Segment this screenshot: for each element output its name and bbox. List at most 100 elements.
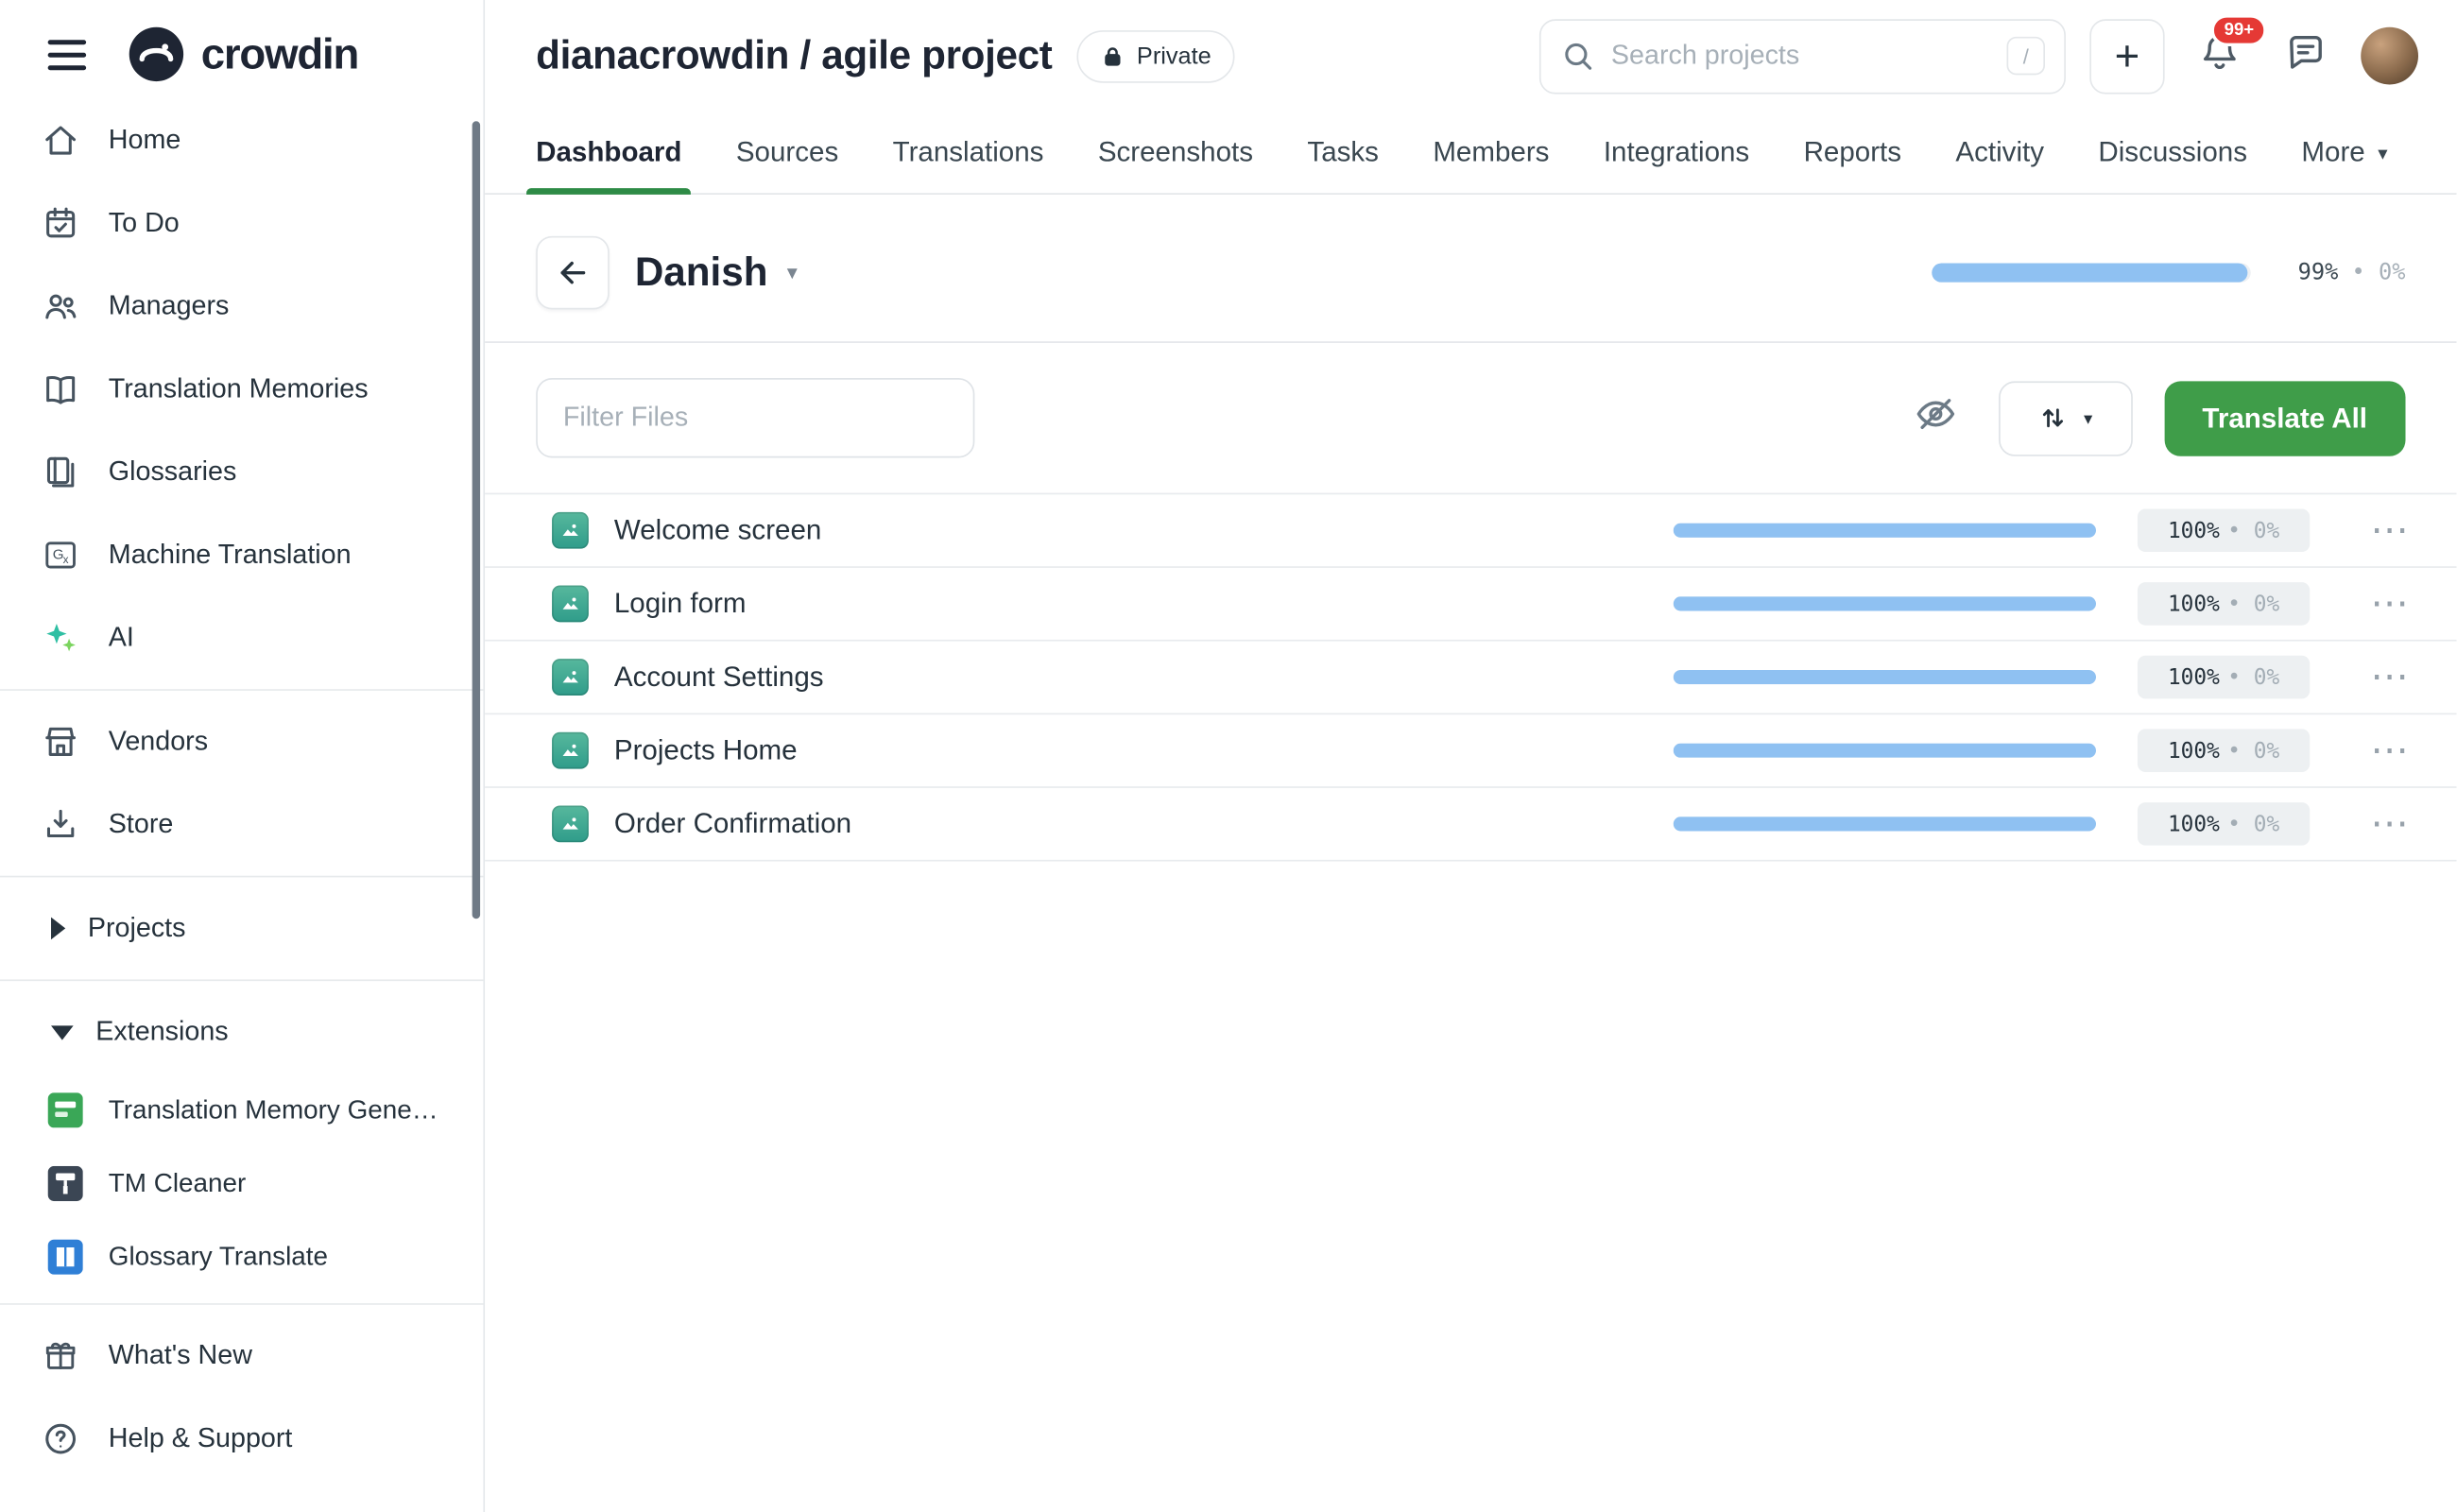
sidebar-item-label: What's New <box>109 1340 252 1372</box>
sidebar-menu-secondary: Vendors Store <box>0 700 483 867</box>
tab-tasks[interactable]: Tasks ▾ <box>1307 112 1379 193</box>
help-icon <box>42 1419 80 1458</box>
main-content: dianacrowdin / agile project Private / + <box>485 0 2456 1512</box>
language-selector[interactable]: Danish ▾ <box>635 249 798 296</box>
sidebar-item-home[interactable]: Home <box>0 99 483 182</box>
sidebar-item-managers[interactable]: Managers <box>0 265 483 348</box>
toggle-hidden-files-button[interactable] <box>1904 383 1967 453</box>
sort-files-button[interactable]: ▾ <box>1998 381 2132 455</box>
book-open-icon <box>42 370 80 409</box>
tab-reports[interactable]: Reports ▾ <box>1804 112 1901 193</box>
notifications-button[interactable]: 99+ <box>2189 24 2251 88</box>
project-search: / <box>1539 18 2066 93</box>
tab-integrations[interactable]: Integrations ▾ <box>1604 112 1749 193</box>
sidebar-item-label: Help & Support <box>109 1423 293 1455</box>
translated-percent: 100% <box>2168 518 2220 543</box>
file-row-order-confirmation[interactable]: Order Confirmation 100% • 0% ⋯ <box>485 788 2456 862</box>
tab-label: More <box>2301 135 2364 168</box>
extension-item-glossary-translate[interactable]: Glossary Translate <box>0 1220 483 1294</box>
file-name: Projects Home <box>614 733 798 766</box>
file-context-menu-button[interactable]: ⋯ <box>2367 585 2415 624</box>
lock-icon <box>1100 43 1124 67</box>
screenshot-file-icon <box>552 732 589 769</box>
approved-percent: 0% <box>2254 811 2279 836</box>
ext-green-icon <box>48 1092 83 1127</box>
chat-icon <box>2284 30 2328 74</box>
file-progress-stats: 100% • 0% <box>2138 508 2310 552</box>
sidebar-item-label: Vendors <box>109 726 208 758</box>
sidebar-item-vendors[interactable]: Vendors <box>0 700 483 783</box>
file-context-menu-button[interactable]: ⋯ <box>2367 658 2415 696</box>
file-context-menu-button[interactable]: ⋯ <box>2367 731 2415 770</box>
extension-item-tm-cleaner[interactable]: TM Cleaner <box>0 1147 483 1221</box>
user-avatar[interactable] <box>2361 27 2418 85</box>
projects-group-label: Projects <box>88 913 186 945</box>
screenshot-file-icon <box>552 585 589 622</box>
private-label: Private <box>1137 43 1211 70</box>
divider <box>0 979 483 981</box>
tab-sources[interactable]: Sources ▾ <box>736 112 838 193</box>
tab-dashboard[interactable]: Dashboard ▾ <box>536 112 681 193</box>
chevron-down-icon: ▾ <box>2378 141 2387 163</box>
sidebar-item-store[interactable]: Store <box>0 783 483 867</box>
approved-percent: 0% <box>2379 260 2405 285</box>
sidebar-item-what-s-new[interactable]: What's New <box>0 1314 483 1398</box>
sidebar-group-projects[interactable]: Projects <box>0 887 483 971</box>
tab-more[interactable]: More ▾ <box>2301 112 2387 193</box>
language-progress-bar <box>1931 264 2250 283</box>
file-progress-fill <box>1674 596 2096 610</box>
file-row-login-form[interactable]: Login form 100% • 0% ⋯ <box>485 568 2456 642</box>
file-name: Welcome screen <box>614 514 821 547</box>
sidebar: crowdin Home To Do Managers Translation … <box>0 0 485 1512</box>
tab-members[interactable]: Members ▾ <box>1433 112 1549 193</box>
extension-item-translation-memory-gene[interactable]: Translation Memory Gene… <box>0 1074 483 1147</box>
tab-translations[interactable]: Translations ▾ <box>893 112 1044 193</box>
create-project-button[interactable]: + <box>2089 18 2164 93</box>
sidebar-group-extensions[interactable]: Extensions <box>0 990 483 1074</box>
project-title: dianacrowdin / agile project <box>536 33 1052 79</box>
translated-percent: 100% <box>2168 811 2220 836</box>
sidebar-item-label: Home <box>109 125 181 157</box>
tab-label: Sources <box>736 135 838 168</box>
sidebar-item-help-support[interactable]: Help & Support <box>0 1398 483 1481</box>
sidebar-item-label: Store <box>109 809 174 841</box>
file-progress-stats: 100% • 0% <box>2138 729 2310 772</box>
extension-item-label: Glossary Translate <box>109 1242 328 1272</box>
file-row-welcome-screen[interactable]: Welcome screen 100% • 0% ⋯ <box>485 494 2456 568</box>
crowdin-logo[interactable]: crowdin <box>128 26 358 83</box>
sidebar-menu: Home To Do Managers Translation Memories… <box>0 99 483 679</box>
file-context-menu-button[interactable]: ⋯ <box>2367 511 2415 550</box>
tab-activity[interactable]: Activity ▾ <box>1955 112 2044 193</box>
extensions-list: Translation Memory Gene… TM Cleaner Glos… <box>0 1074 483 1294</box>
sidebar-item-translation-memories[interactable]: Translation Memories <box>0 348 483 431</box>
sidebar-item-glossaries[interactable]: Glossaries <box>0 431 483 514</box>
hamburger-menu-icon[interactable] <box>42 33 93 77</box>
home-icon <box>42 121 80 160</box>
sidebar-item-label: Managers <box>109 290 230 322</box>
arrow-left-icon <box>555 255 590 290</box>
chevron-down-icon: ▾ <box>787 260 798 285</box>
ext-blue-icon <box>48 1240 83 1275</box>
file-list: Welcome screen 100% • 0% ⋯ <box>485 493 2456 862</box>
language-progress-fill <box>1931 264 2246 283</box>
file-row-projects-home[interactable]: Projects Home 100% • 0% ⋯ <box>485 714 2456 788</box>
tab-discussions[interactable]: Discussions ▾ <box>2098 112 2247 193</box>
filter-files-input[interactable] <box>536 378 974 457</box>
tab-screenshots[interactable]: Screenshots ▾ <box>1098 112 1253 193</box>
translate-all-button[interactable]: Translate All <box>2164 381 2406 455</box>
ext-dark-icon <box>48 1166 83 1201</box>
sidebar-item-ai[interactable]: AI <box>0 596 483 679</box>
sidebar-item-machine-translation[interactable]: Gx Machine Translation <box>0 514 483 597</box>
search-icon <box>1560 39 1595 74</box>
file-context-menu-button[interactable]: ⋯ <box>2367 805 2415 844</box>
search-input[interactable] <box>1611 40 1991 72</box>
file-row-account-settings[interactable]: Account Settings 100% • 0% ⋯ <box>485 642 2456 715</box>
messages-button[interactable] <box>2275 24 2337 88</box>
extension-item-label: Translation Memory Gene… <box>109 1095 438 1125</box>
language-progress-stats: 99% • 0% <box>2298 260 2406 285</box>
back-button[interactable] <box>536 236 610 310</box>
sidebar-item-to-do[interactable]: To Do <box>0 181 483 265</box>
extensions-group-label: Extensions <box>95 1016 228 1048</box>
chevron-right-icon <box>51 918 65 940</box>
sidebar-scrollbar[interactable] <box>472 121 480 919</box>
